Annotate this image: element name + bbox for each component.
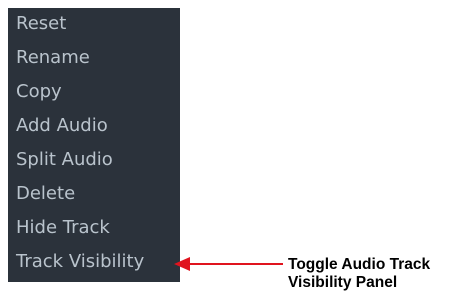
callout-label-line-2: Visibility Panel [288,274,398,291]
menu-item-reset[interactable]: Reset [8,8,180,42]
menu-item-hide-track[interactable]: Hide Track [8,212,180,246]
menu-item-copy[interactable]: Copy [8,76,180,110]
callout-label: Toggle Audio Track Visibility Panel [288,256,453,292]
menu-item-track-visibility[interactable]: Track Visibility [8,246,180,280]
callout-label-line-1: Toggle Audio Track [288,256,431,273]
menu-item-add-audio[interactable]: Add Audio [8,110,180,144]
menu-item-rename[interactable]: Rename [8,42,180,76]
menu-item-delete[interactable]: Delete [8,178,180,212]
screenshot-stage: Reset Rename Copy Add Audio Split Audio … [0,0,455,295]
callout-arrow-icon [174,257,283,271]
menu-item-split-audio[interactable]: Split Audio [8,144,180,178]
callout-arrow-head [174,257,190,271]
context-menu: Reset Rename Copy Add Audio Split Audio … [8,8,180,282]
